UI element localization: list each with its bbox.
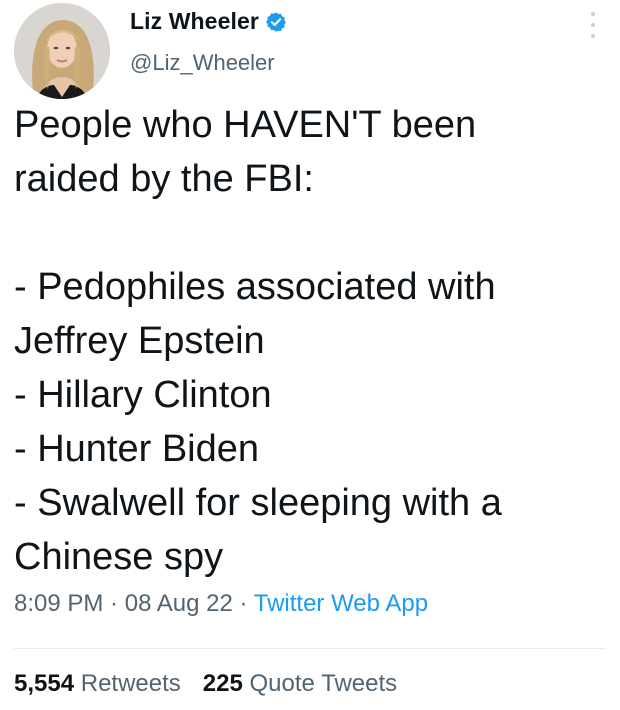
tweet-source-link[interactable]: Twitter Web App xyxy=(254,590,428,617)
retweets-label: Retweets xyxy=(80,670,181,697)
tweet-time[interactable]: 8:09 PM xyxy=(14,590,103,617)
meta-separator: · xyxy=(103,590,125,617)
avatar[interactable] xyxy=(14,3,110,99)
tweet-meta: 8:09 PM · 08 Aug 22 · Twitter Web App xyxy=(14,590,428,618)
tweet-card: Liz Wheeler @Liz_Wheeler People who HAVE… xyxy=(0,0,620,710)
meta-separator: · xyxy=(232,590,254,617)
tweet-date[interactable]: 08 Aug 22 xyxy=(125,590,233,617)
verified-badge-icon xyxy=(265,11,287,33)
retweets-stat[interactable]: 5,554 Retweets xyxy=(14,670,181,697)
author-display-name[interactable]: Liz Wheeler xyxy=(130,8,259,35)
author-handle[interactable]: @Liz_Wheeler xyxy=(130,50,275,76)
quote-tweets-count: 225 xyxy=(202,670,243,697)
avatar-image xyxy=(14,3,110,99)
retweets-count: 5,554 xyxy=(14,670,75,697)
quote-tweets-label: Quote Tweets xyxy=(249,670,398,697)
quote-tweets-stat[interactable]: 225 Quote Tweets xyxy=(203,670,397,697)
divider xyxy=(14,648,606,649)
more-options-icon[interactable] xyxy=(588,12,598,38)
tweet-text: People who HAVEN'T been raided by the FB… xyxy=(14,104,502,578)
author-name-row: Liz Wheeler xyxy=(130,8,287,35)
tweet-stats: 5,554 Retweets 225 Quote Tweets xyxy=(14,670,397,698)
